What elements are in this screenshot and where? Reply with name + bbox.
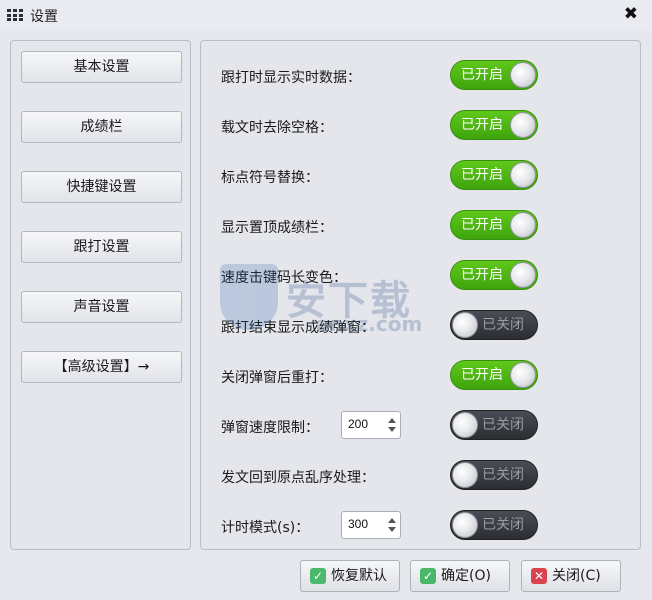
toggle-knob <box>510 212 536 238</box>
sidebar-item-basic-settings[interactable]: 基本设置 <box>21 51 182 83</box>
toggle-state-label: 已开启 <box>461 367 503 383</box>
sidebar-item-typing-settings[interactable]: 跟打设置 <box>21 231 182 263</box>
toggle-state-label: 已开启 <box>461 217 503 233</box>
spinbox-arrows <box>386 412 400 438</box>
toggle-state-label: 已关闭 <box>482 517 524 533</box>
toggle-realtime-data[interactable]: 已开启 <box>450 60 538 90</box>
toggle-pinned-score-bar[interactable]: 已开启 <box>450 210 538 240</box>
setting-label-remove-spaces: 载文时去除空格： <box>221 120 333 136</box>
sidebar-item-shortcut-settings[interactable]: 快捷键设置 <box>21 171 182 203</box>
toggle-state-label: 已关闭 <box>482 417 524 433</box>
setting-label-shuffle-origin: 发文回到原点乱序处理： <box>221 470 375 486</box>
setting-label-pinned-score-bar: 显示置顶成绩栏： <box>221 220 333 236</box>
popup-speed-limit-spinbox[interactable]: 200 <box>341 411 401 439</box>
setting-label-realtime-data: 跟打时显示实时数据： <box>221 70 361 86</box>
setting-label-result-popup: 跟打结束显示成绩弹窗： <box>221 320 375 336</box>
toggle-knob <box>510 112 536 138</box>
toggle-result-popup[interactable]: 已关闭 <box>450 310 538 340</box>
sidebar-item-score-bar[interactable]: 成绩栏 <box>21 111 182 143</box>
toggle-shuffle-origin[interactable]: 已关闭 <box>450 460 538 490</box>
toggle-state-label: 已开启 <box>461 167 503 183</box>
toggle-knob <box>510 162 536 188</box>
window-title: 设置 <box>30 9 58 25</box>
toggle-state-label: 已关闭 <box>482 467 524 483</box>
x-icon: ✕ <box>531 568 547 584</box>
toggle-popup-speed-limit[interactable]: 已关闭 <box>450 410 538 440</box>
toggle-knob <box>452 462 478 488</box>
check-icon: ✓ <box>310 568 326 584</box>
settings-panel: 跟打时显示实时数据： 已开启 载文时去除空格： 已开启 标点符号替换： 已开启 … <box>200 40 641 550</box>
toggle-state-label: 已开启 <box>461 267 503 283</box>
setting-label-punctuation-replace: 标点符号替换： <box>221 170 319 186</box>
toggle-state-label: 已关闭 <box>482 317 524 333</box>
ok-button[interactable]: ✓ 确定(O) <box>410 560 510 592</box>
toggle-knob <box>452 312 478 338</box>
sidebar: 基本设置 成绩栏 快捷键设置 跟打设置 声音设置 【高级设置】→ <box>10 40 191 550</box>
setting-label-speed-color: 速度击键码长变色： <box>221 270 347 286</box>
toggle-speed-color[interactable]: 已开启 <box>450 260 538 290</box>
setting-label-retype-after-close: 关闭弹窗后重打： <box>221 370 333 386</box>
grid-menu-icon <box>7 9 23 21</box>
spin-up-icon[interactable] <box>388 518 396 523</box>
toggle-retype-after-close[interactable]: 已开启 <box>450 360 538 390</box>
setting-label-popup-speed-limit: 弹窗速度限制： <box>221 420 319 436</box>
toggle-state-label: 已开启 <box>461 67 503 83</box>
sidebar-item-advanced-settings[interactable]: 【高级设置】→ <box>21 351 182 383</box>
restore-defaults-button[interactable]: ✓ 恢复默认 <box>300 560 400 592</box>
toggle-punctuation-replace[interactable]: 已开启 <box>450 160 538 190</box>
toggle-knob <box>510 262 536 288</box>
spin-up-icon[interactable] <box>388 418 396 423</box>
spinbox-arrows <box>386 512 400 538</box>
ok-label: 确定(O) <box>441 568 491 584</box>
toggle-knob <box>452 512 478 538</box>
toggle-timer-mode[interactable]: 已关闭 <box>450 510 538 540</box>
close-label: 关闭(C) <box>552 568 601 584</box>
toggle-knob <box>510 62 536 88</box>
spinbox-value: 300 <box>348 517 369 531</box>
close-icon[interactable]: ✖ <box>624 4 638 24</box>
toggle-knob <box>510 362 536 388</box>
title-bar: 设置 ✖ <box>0 0 652 30</box>
check-icon: ✓ <box>420 568 436 584</box>
timer-mode-spinbox[interactable]: 300 <box>341 511 401 539</box>
toggle-state-label: 已开启 <box>461 117 503 133</box>
sidebar-item-sound-settings[interactable]: 声音设置 <box>21 291 182 323</box>
setting-label-timer-mode: 计时模式(s)： <box>221 520 310 536</box>
toggle-remove-spaces[interactable]: 已开启 <box>450 110 538 140</box>
spin-down-icon[interactable] <box>388 527 396 532</box>
restore-defaults-label: 恢复默认 <box>331 568 387 584</box>
toggle-knob <box>452 412 478 438</box>
spinbox-value: 200 <box>348 417 369 431</box>
close-button[interactable]: ✕ 关闭(C) <box>521 560 621 592</box>
spin-down-icon[interactable] <box>388 427 396 432</box>
